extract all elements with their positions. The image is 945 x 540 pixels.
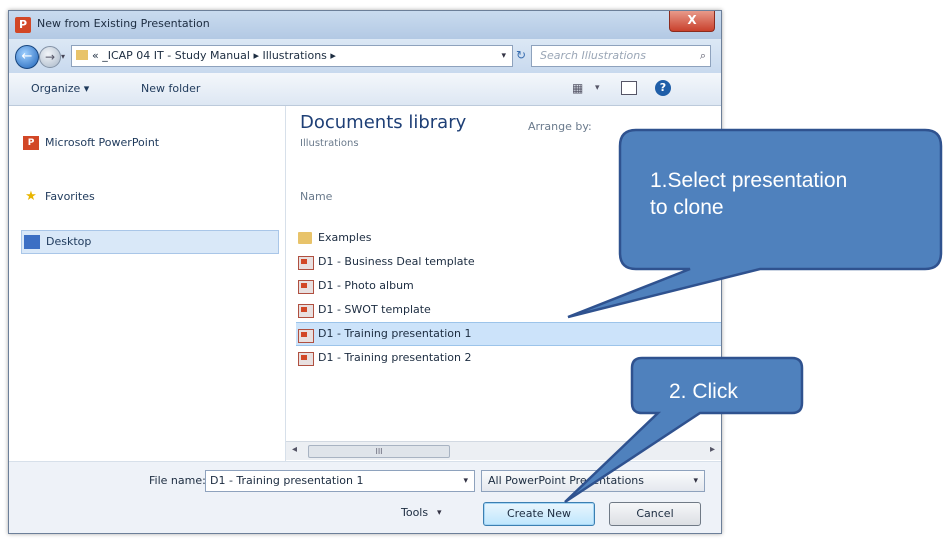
select-callout-bubble	[567, 128, 943, 319]
select-callout-line2: to clone	[650, 196, 724, 219]
callout-overlay	[564, 128, 943, 504]
click-callout-text: 2. Click	[669, 380, 738, 403]
select-callout-line1: 1.Select presentation	[650, 169, 848, 192]
select-callout-text: 1.Select presentation to clone	[650, 167, 847, 221]
